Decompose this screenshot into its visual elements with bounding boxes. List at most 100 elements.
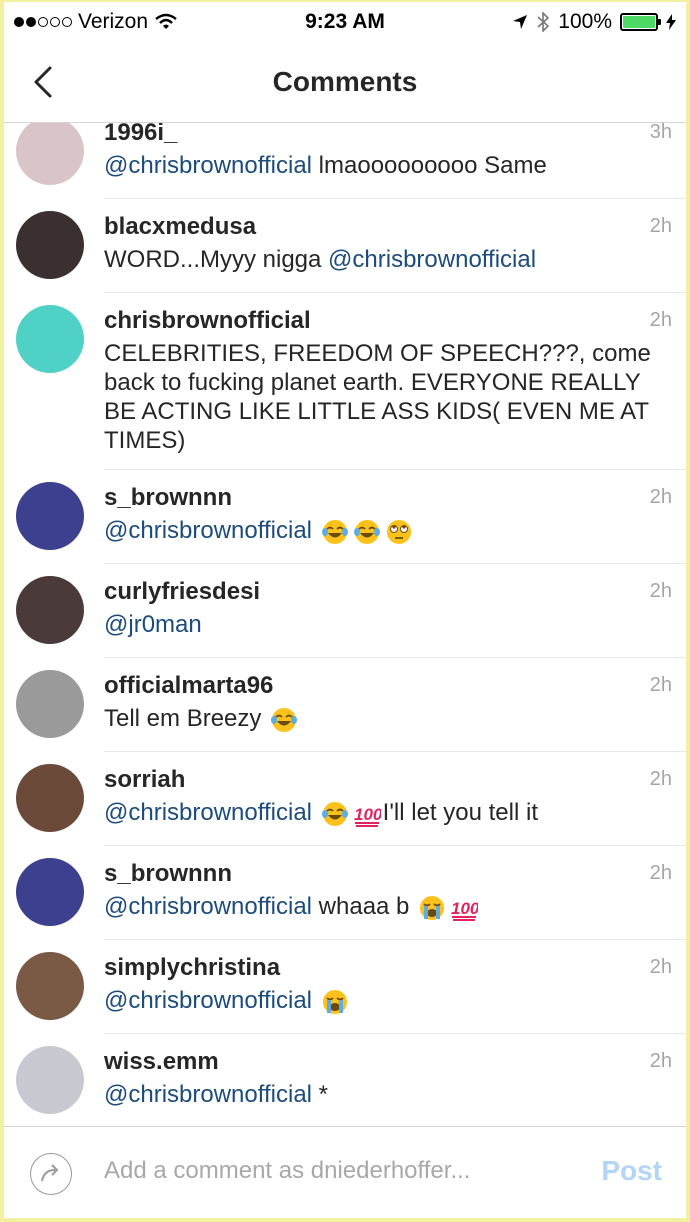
comment-row[interactable]: curlyfriesdesi @jr0man 2h <box>4 564 686 658</box>
comment-text-segment: WORD...Myyy nigga <box>104 246 329 273</box>
comment-row[interactable]: 1996i_ @chrisbrownofficial lmaooooooooo S… <box>4 123 686 199</box>
eyeroll-emoji-icon <box>383 517 415 544</box>
comment-text: CELEBRITIES, FREEDOM OF SPEECH???, come … <box>104 339 672 455</box>
comment-username[interactable]: s_brownnn <box>104 482 672 514</box>
comment-composer: Post <box>4 1126 686 1218</box>
comment-text: @chrisbrownofficial 100 I'll let you tell… <box>104 798 672 828</box>
comment-row[interactable]: s_brownnn @chrisbrownofficial whaaa b 100… <box>4 846 686 940</box>
location-arrow-icon <box>513 15 528 29</box>
screen: Verizon 9:23 AM 100% Comments 1996i_ @chr… <box>4 2 686 1218</box>
comment-username[interactable]: s_brownnn <box>104 858 672 890</box>
comment-text-segment <box>312 987 319 1014</box>
comment-timestamp: 2h <box>649 674 672 696</box>
mention-link[interactable]: @chrisbrownofficial <box>104 1081 312 1108</box>
joy-emoji-icon <box>319 517 351 544</box>
comment-row[interactable]: sorriah @chrisbrownofficial 100 I'll let y… <box>4 752 686 846</box>
share-arrow-icon[interactable] <box>30 1153 72 1195</box>
comment-text: @jr0man <box>104 610 672 639</box>
comment-username[interactable]: curlyfriesdesi <box>104 576 672 608</box>
comment-username[interactable]: blacxmedusa <box>104 211 672 243</box>
comment-text-segment <box>312 517 319 544</box>
joy-emoji-icon <box>268 705 300 732</box>
comment-username[interactable]: wiss.emm <box>104 1046 672 1078</box>
svg-text:100: 100 <box>451 899 478 918</box>
comment-text-segment <box>312 799 319 826</box>
comment-timestamp: 2h <box>649 486 672 508</box>
comment-list-inner: 1996i_ @chrisbrownofficial lmaooooooooo S… <box>4 123 686 1126</box>
comment-row[interactable]: wiss.emm @chrisbrownofficial * 2h <box>4 1034 686 1126</box>
comment-text-segment: I'll let you tell it <box>382 799 538 826</box>
sob-emoji-icon <box>416 893 448 920</box>
avatar[interactable] <box>16 670 84 738</box>
avatar[interactable] <box>16 123 84 185</box>
svg-text:100: 100 <box>354 805 381 824</box>
mention-link[interactable]: @chrisbrownofficial <box>104 152 312 179</box>
mention-link[interactable]: @jr0man <box>104 611 202 638</box>
comment-input[interactable] <box>104 1157 564 1185</box>
hundred-emoji-icon: 100 <box>448 893 480 921</box>
avatar[interactable] <box>16 211 84 279</box>
charging-bolt-icon <box>666 14 676 30</box>
comment-row[interactable]: simplychristina @chrisbrownofficial 2h <box>4 940 686 1034</box>
comment-text: @chrisbrownofficial <box>104 516 672 546</box>
comment-timestamp: 2h <box>649 768 672 790</box>
page-title: Comments <box>272 66 418 97</box>
comment-timestamp: 2h <box>649 309 672 331</box>
comment-content: simplychristina @chrisbrownofficial <box>104 952 686 1034</box>
comment-text: @chrisbrownofficial * <box>104 1080 672 1109</box>
post-button[interactable]: Post <box>601 1155 662 1187</box>
comment-content: s_brownnn @chrisbrownofficial whaaa b 100 <box>104 858 686 940</box>
comment-content: blacxmedusa WORD...Myyy nigga @chrisbrown… <box>104 211 686 293</box>
bluetooth-icon <box>537 12 550 32</box>
comment-text: @chrisbrownofficial whaaa b 100 <box>104 892 672 922</box>
comment-text-segment: CELEBRITIES, FREEDOM OF SPEECH???, come … <box>104 340 651 454</box>
comment-username[interactable]: simplychristina <box>104 952 672 984</box>
comment-text-segment: * <box>312 1081 329 1108</box>
mention-link[interactable]: @chrisbrownofficial <box>328 246 536 273</box>
avatar[interactable] <box>16 764 84 832</box>
comment-content: s_brownnn @chrisbrownofficial <box>104 482 686 564</box>
comment-timestamp: 2h <box>649 1050 672 1072</box>
avatar[interactable] <box>16 576 84 644</box>
joy-emoji-icon <box>351 517 383 544</box>
comment-list[interactable]: 1996i_ @chrisbrownofficial lmaooooooooo S… <box>4 123 686 1126</box>
sob-emoji-icon <box>319 987 351 1014</box>
comment-text-segment: whaaa b <box>312 893 417 920</box>
avatar[interactable] <box>16 952 84 1020</box>
comment-text: Tell em Breezy <box>104 704 672 734</box>
battery-percent: 100% <box>558 10 612 33</box>
comment-text: @chrisbrownofficial lmaooooooooo Same <box>104 151 672 180</box>
avatar[interactable] <box>16 482 84 550</box>
comment-row[interactable]: chrisbrownofficial CELEBRITIES, FREEDOM O… <box>4 293 686 470</box>
comment-text-segment: lmaooooooooo Same <box>312 152 547 179</box>
navigation-bar: Comments <box>4 42 686 123</box>
comment-text-segment: Tell em Breezy <box>104 705 269 732</box>
comment-row[interactable]: blacxmedusa WORD...Myyy nigga @chrisbrown… <box>4 199 686 293</box>
comment-username[interactable]: sorriah <box>104 764 672 796</box>
comment-content: sorriah @chrisbrownofficial 100 I'll let y… <box>104 764 686 846</box>
comment-username[interactable]: officialmarta96 <box>104 670 672 702</box>
comment-content: 1996i_ @chrisbrownofficial lmaooooooooo S… <box>104 123 686 199</box>
comment-content: chrisbrownofficial CELEBRITIES, FREEDOM O… <box>104 305 686 470</box>
comment-username[interactable]: chrisbrownofficial <box>104 305 672 337</box>
avatar[interactable] <box>16 1046 84 1114</box>
comment-username[interactable]: 1996i_ <box>104 123 672 149</box>
battery-icon <box>620 13 661 31</box>
joy-emoji-icon <box>319 799 351 826</box>
mention-link[interactable]: @chrisbrownofficial <box>104 799 312 826</box>
comment-text: WORD...Myyy nigga @chrisbrownofficial <box>104 245 672 274</box>
mention-link[interactable]: @chrisbrownofficial <box>104 517 312 544</box>
comment-timestamp: 2h <box>649 956 672 978</box>
mention-link[interactable]: @chrisbrownofficial <box>104 987 312 1014</box>
comment-timestamp: 2h <box>649 580 672 602</box>
mention-link[interactable]: @chrisbrownofficial <box>104 893 312 920</box>
avatar[interactable] <box>16 858 84 926</box>
comment-timestamp: 3h <box>649 123 672 143</box>
comment-row[interactable]: s_brownnn @chrisbrownofficial 2h <box>4 470 686 564</box>
avatar[interactable] <box>16 305 84 373</box>
comment-row[interactable]: officialmarta96 Tell em Breezy 2h <box>4 658 686 752</box>
status-bar: Verizon 9:23 AM 100% <box>4 2 686 42</box>
status-right: 100% <box>512 10 676 34</box>
comment-text: @chrisbrownofficial <box>104 986 672 1016</box>
comment-timestamp: 2h <box>649 862 672 884</box>
